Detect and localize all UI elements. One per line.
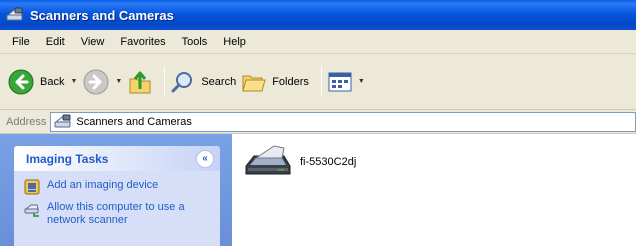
scanner-icon xyxy=(245,145,291,175)
window-title: Scanners and Cameras xyxy=(30,7,174,23)
address-value: Scanners and Cameras xyxy=(76,115,192,128)
main-content: Imaging Tasks « Add an imaging device Al… xyxy=(0,134,636,246)
menu-edit[interactable]: Edit xyxy=(38,36,73,48)
add-device-icon xyxy=(24,179,40,195)
add-imaging-device-link[interactable]: Add an imaging device xyxy=(24,179,210,195)
task-pane: Imaging Tasks « Add an imaging device Al… xyxy=(0,134,232,246)
menu-view[interactable]: View xyxy=(73,36,113,48)
toolbar-separator xyxy=(164,66,166,97)
scanner-camera-icon xyxy=(6,7,23,21)
imaging-tasks-header[interactable]: Imaging Tasks « xyxy=(14,146,220,171)
collapse-chevron-icon[interactable]: « xyxy=(196,149,214,168)
forward-arrow-icon xyxy=(83,69,109,94)
views-dropdown-icon[interactable]: ▼ xyxy=(358,78,365,85)
back-dropdown-icon[interactable]: ▼ xyxy=(70,78,77,85)
network-scanner-label: Allow this computer to use a network sca… xyxy=(47,201,185,226)
imaging-tasks-body: Add an imaging device Allow this compute… xyxy=(14,171,220,246)
views-icon xyxy=(328,72,352,91)
search-label: Search xyxy=(201,75,237,88)
folders-icon xyxy=(242,75,266,91)
imaging-tasks-panel: Imaging Tasks « Add an imaging device Al… xyxy=(14,146,220,246)
back-label: Back xyxy=(40,75,65,88)
menu-favorites[interactable]: Favorites xyxy=(112,36,173,48)
folders-button[interactable]: Folders xyxy=(242,64,309,100)
scanner-camera-icon xyxy=(54,114,71,127)
network-scanner-link[interactable]: Allow this computer to use a network sca… xyxy=(24,201,210,227)
forward-button[interactable]: ▼ xyxy=(83,64,122,100)
menu-bar: File Edit View Favorites Tools Help xyxy=(0,30,636,54)
device-label: fi-5530C2dj xyxy=(300,156,357,168)
address-field[interactable]: Scanners and Cameras xyxy=(50,111,636,132)
title-bar: Scanners and Cameras xyxy=(0,0,636,30)
search-button[interactable]: Search xyxy=(171,64,236,100)
back-arrow-icon xyxy=(8,69,34,94)
forward-dropdown-icon[interactable]: ▼ xyxy=(115,78,122,85)
imaging-tasks-title: Imaging Tasks xyxy=(26,151,109,166)
toolbar: Back ▼ ▼ Search Folders ▼ xyxy=(0,54,636,110)
menu-help[interactable]: Help xyxy=(215,36,254,48)
folders-label: Folders xyxy=(272,75,309,88)
search-icon xyxy=(171,71,193,92)
network-scanner-icon xyxy=(24,204,39,217)
up-folder-icon xyxy=(129,71,151,93)
device-item-fi-5530c2dj[interactable]: fi-5530C2dj xyxy=(244,144,356,180)
views-button[interactable]: ▼ xyxy=(328,64,365,100)
up-folder-button[interactable] xyxy=(128,64,152,100)
menu-tools[interactable]: Tools xyxy=(174,36,216,48)
address-label: Address xyxy=(6,115,47,128)
add-imaging-device-label: Add an imaging device xyxy=(47,179,159,191)
menu-file[interactable]: File xyxy=(4,36,38,48)
toolbar-separator xyxy=(320,66,322,97)
address-bar: Address Scanners and Cameras xyxy=(0,110,636,134)
back-button[interactable]: Back ▼ xyxy=(8,64,77,100)
